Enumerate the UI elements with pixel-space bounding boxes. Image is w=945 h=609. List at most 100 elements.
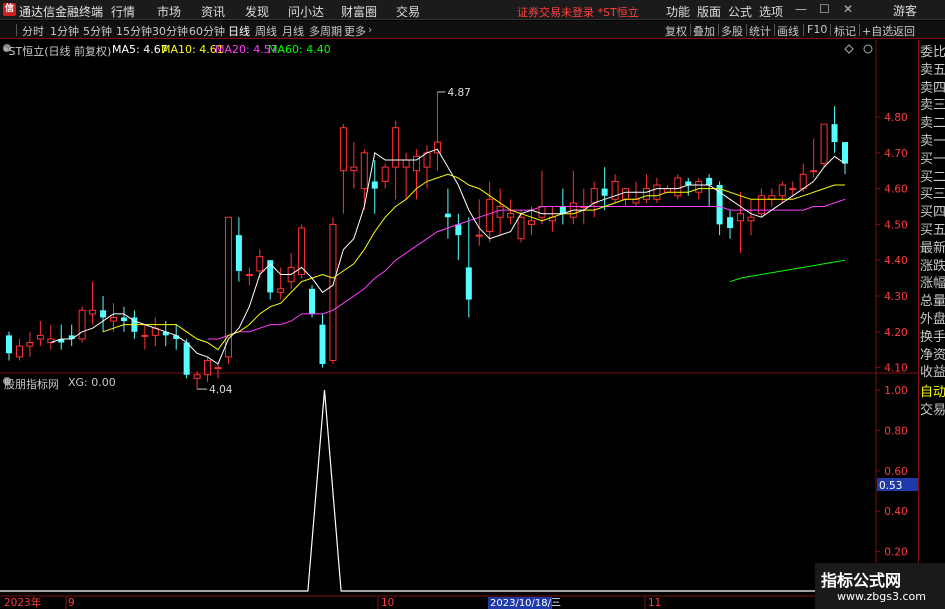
side-panel-item[interactable]: 买四	[920, 204, 945, 222]
side-panel-item[interactable]: 卖三	[920, 97, 945, 115]
minimize-icon[interactable]: —	[795, 2, 807, 16]
menu-quotes[interactable]: 行情	[111, 3, 135, 20]
period-60min[interactable]: 60分钟	[189, 23, 225, 39]
more-chevron-icon[interactable]: ›	[368, 23, 372, 36]
app-title: 通达信金融终端	[19, 5, 104, 19]
tool-multistock[interactable]: 多股	[721, 23, 743, 39]
kline-chart[interactable]: 4.80 4.70 4.60 4.50 4.40 4.30 4.20 4.10 1.00 0.80…	[0, 40, 918, 609]
price-tick-label: 4.50	[884, 219, 907, 231]
side-panel-item[interactable]: 涨跌	[920, 258, 945, 276]
candle-body-up	[486, 198, 494, 233]
candle-body-up	[757, 195, 765, 215]
guest-label[interactable]: 游客	[893, 2, 917, 19]
period-weekly[interactable]: 周线	[255, 23, 277, 39]
candle-body-up	[423, 152, 431, 168]
side-panel-item[interactable]: 委比	[920, 44, 945, 62]
period-daily[interactable]: 日线	[228, 23, 250, 39]
candle-body-up	[789, 188, 797, 191]
tool-draw[interactable]: 画线	[777, 23, 799, 39]
watermark-title: 指标公式网	[821, 571, 902, 590]
indicator-value: XG: 0.00	[68, 376, 116, 389]
period-30min[interactable]: 30分钟	[152, 23, 188, 39]
trade-label[interactable]: 交易	[920, 402, 945, 420]
candle-body-down	[183, 342, 190, 375]
candle-body-up	[339, 127, 347, 172]
menu-layout[interactable]: 版面	[697, 3, 721, 20]
ma-lines	[50, 148, 846, 365]
menu-wealth[interactable]: 财富圈	[341, 3, 377, 20]
candle-body-down	[267, 260, 274, 293]
date-month-9: 9	[68, 597, 75, 609]
side-panel-item[interactable]: 卖二	[920, 115, 945, 133]
auto-trade-label[interactable]: 自动	[920, 384, 945, 402]
candle-body-up	[15, 345, 23, 358]
tool-f10[interactable]: F10	[807, 23, 827, 36]
price-tick-label: 4.20	[884, 327, 907, 339]
login-notice[interactable]: 证券交易未登录 *ST恒立	[517, 4, 639, 20]
tool-stats[interactable]: 统计	[749, 23, 771, 39]
candle-body-up	[141, 334, 149, 337]
tool-add-watchlist[interactable]: +自选	[862, 23, 893, 39]
price-tick-label: 4.40	[884, 255, 907, 267]
candle-body-up	[193, 374, 201, 379]
menu-xiaoda[interactable]: 问小达	[288, 3, 324, 20]
menu-news[interactable]: 资讯	[201, 3, 225, 20]
close-icon[interactable]: ✕	[843, 2, 853, 16]
side-panel-item[interactable]: 外盘	[920, 311, 945, 329]
menu-market[interactable]: 市场	[157, 3, 181, 20]
price-tick-label: 4.30	[884, 291, 907, 303]
menu-functions[interactable]: 功能	[666, 3, 690, 20]
tool-overlay[interactable]: 叠加	[693, 23, 715, 39]
indicator-name: 股朋指标网	[4, 378, 59, 391]
side-panel-item[interactable]: 买三	[920, 186, 945, 204]
period-toolbar: 分时 1分钟 5分钟 15分钟 30分钟 60分钟 日线 周线 月线 多周期 更…	[0, 21, 945, 39]
indicator-tick-label: 1.00	[884, 385, 907, 397]
indicator-tick-label: 0.20	[884, 547, 907, 559]
menu-options[interactable]: 选项	[759, 3, 783, 20]
candle-body-up	[78, 309, 86, 340]
period-intraday[interactable]: 分时	[22, 23, 44, 39]
side-panel-item[interactable]: 总量	[920, 293, 945, 311]
candle-body-up	[245, 274, 253, 277]
candle-series	[6, 91, 848, 390]
side-panel-item[interactable]: 卖五	[920, 62, 945, 80]
candle-body-down	[455, 224, 462, 236]
side-panel-item[interactable]: 最新	[920, 240, 945, 258]
period-multi[interactable]: 多周期	[309, 23, 342, 39]
period-5min[interactable]: 5分钟	[83, 23, 112, 39]
candle-body-up	[663, 188, 671, 193]
menu-formula[interactable]: 公式	[728, 3, 752, 20]
candle-body-down	[319, 324, 326, 365]
chart-settings-icon	[844, 44, 854, 54]
xg-indicator-series	[0, 390, 876, 592]
candle-body-up	[674, 177, 682, 197]
period-monthly[interactable]: 月线	[282, 23, 304, 39]
tool-back[interactable]: 返回	[893, 23, 915, 39]
side-panel-item[interactable]: 卖四	[920, 80, 945, 98]
side-panel-item[interactable]: 收益	[920, 364, 945, 382]
date-month-10: 10	[381, 597, 394, 609]
menu-discover[interactable]: 发现	[245, 3, 269, 20]
candle-body-up	[632, 198, 640, 204]
period-15min[interactable]: 15分钟	[116, 23, 152, 39]
tool-mark[interactable]: 标记	[834, 23, 856, 39]
menu-trade[interactable]: 交易	[396, 3, 420, 20]
side-panel-item[interactable]: 卖一	[920, 133, 945, 151]
side-panel-item[interactable]: 换手	[920, 329, 945, 347]
side-panel-item[interactable]: 买二	[920, 169, 945, 187]
period-1min[interactable]: 1分钟	[50, 23, 79, 39]
candle-body-up	[737, 213, 744, 222]
candle-body-down	[6, 335, 12, 354]
side-panel-item[interactable]: 买五	[920, 222, 945, 240]
candle-body-up	[653, 184, 661, 200]
side-panel-item[interactable]: 买一	[920, 151, 945, 169]
tool-adjust[interactable]: 复权	[665, 23, 687, 39]
candle-body-down	[685, 181, 692, 186]
maximize-icon[interactable]: ☐	[819, 2, 830, 16]
side-panel-item[interactable]: 净资	[920, 347, 945, 365]
period-more[interactable]: 更多	[344, 23, 366, 39]
side-panel-item[interactable]: 涨幅	[920, 275, 945, 293]
candle-body-up	[820, 123, 828, 165]
price-tick-label: 4.10	[884, 363, 907, 375]
watermark: 指标公式网 www.zbgs3.com	[815, 563, 945, 609]
